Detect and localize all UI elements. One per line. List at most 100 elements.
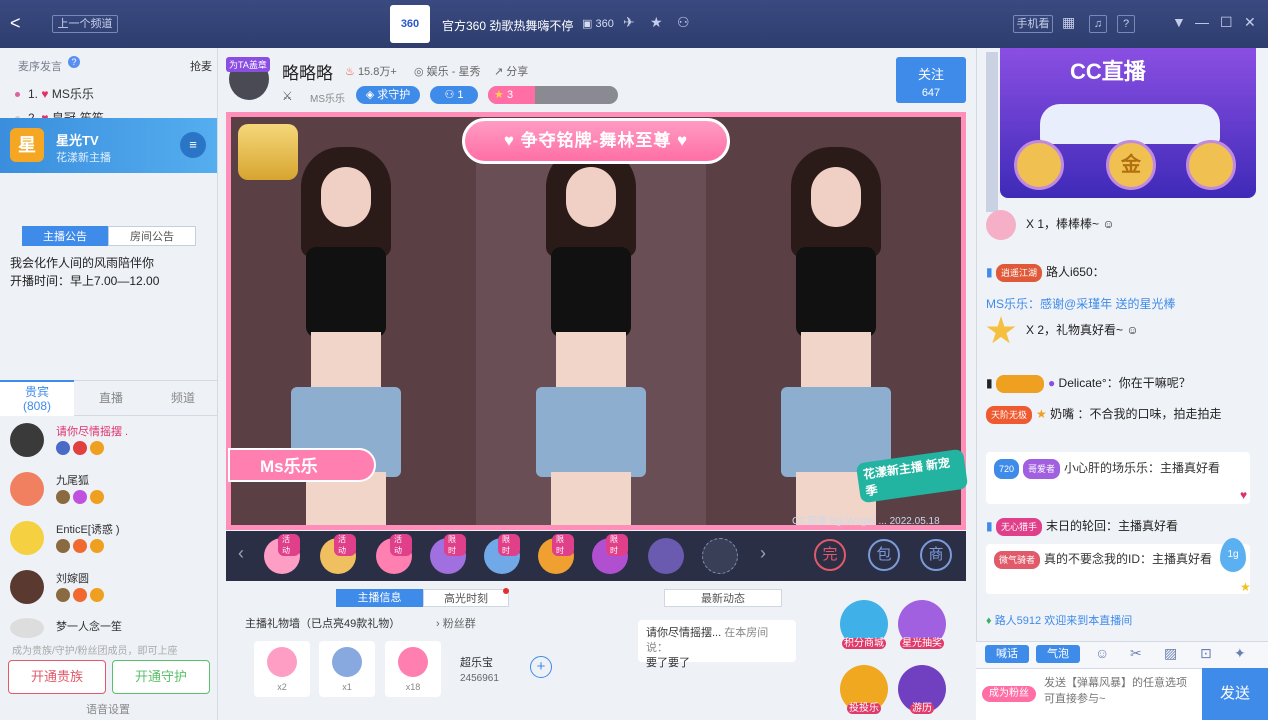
settings-icon[interactable]: ✦ — [1234, 645, 1246, 662]
phone-icon: ▮ — [986, 376, 993, 390]
wall-gift[interactable]: x2 — [254, 641, 310, 697]
audience-user[interactable]: 梦一人念一笙 — [10, 618, 210, 638]
treasure-title: 超乐宝 — [460, 657, 493, 669]
travel-button[interactable]: 游历 — [898, 665, 946, 714]
play-icon[interactable]: 完 — [814, 539, 846, 571]
tab-noble[interactable]: 贵宾 (808) — [0, 380, 74, 416]
people-icon: ⚇ — [444, 89, 455, 101]
smile-icon: ☺ — [1126, 323, 1139, 338]
info-icon[interactable]: ? — [68, 56, 80, 68]
audience-user[interactable]: 九尾狐 — [10, 472, 210, 522]
menu-icon[interactable]: ≡ — [180, 132, 206, 158]
follow-count: 647 — [921, 87, 941, 99]
group-icon[interactable]: ⚇ — [677, 14, 690, 31]
minimize-icon[interactable]: — — [1195, 14, 1209, 30]
grid-icon[interactable]: ▦ — [1062, 14, 1075, 31]
gift-item[interactable]: 限时 — [430, 534, 466, 574]
speak-tab[interactable]: 喊话 — [985, 645, 1029, 663]
send-button[interactable]: 发送 — [1202, 668, 1268, 720]
tab-live[interactable]: 直播 — [74, 380, 148, 416]
prev-channel-button[interactable]: 上一个频道 — [52, 15, 118, 33]
top-bar: < 上一个频道 360 官方360 劲歌热舞嗨不停 ▣ 360 ✈ ★ ⚇ 手机… — [0, 0, 1268, 48]
back-icon[interactable]: < — [10, 13, 21, 34]
xingguang-tv-card[interactable]: 星 星光TV 花漾新主播 ≡ — [0, 118, 217, 173]
gift-tag: 限时 — [444, 534, 466, 556]
avatar — [10, 521, 44, 555]
wall-gift[interactable]: x1 — [319, 641, 375, 697]
gift-item[interactable] — [702, 538, 738, 574]
tab-room-notice[interactable]: 房间公告 — [108, 226, 196, 246]
chevron-left-icon[interactable]: ‹ — [238, 543, 244, 564]
help-icon[interactable]: ? — [1117, 15, 1135, 33]
lock-icon[interactable]: ⊡ — [1200, 645, 1212, 662]
chat-input[interactable] — [1040, 670, 1200, 718]
gift-tag: 活动 — [334, 534, 356, 556]
open-noble-button[interactable]: 开通贵族 — [8, 660, 106, 694]
queue-item[interactable]: 1. ♥ MS乐乐 — [15, 85, 94, 102]
share[interactable]: ↗ 分享 — [494, 63, 528, 79]
audience-user[interactable]: 请你尽情摇摆 . — [10, 423, 210, 473]
tab-highlight[interactable]: 高光时刻 — [423, 589, 509, 607]
grab-mic-button[interactable]: 抢麦 — [190, 58, 212, 74]
emoji-icon[interactable]: ☺ — [1095, 645, 1109, 661]
points-mall-button[interactable]: 积分商城 — [840, 600, 888, 649]
gift-item[interactable]: 活动 — [320, 534, 356, 574]
scissors-icon[interactable]: ✂ — [1130, 645, 1142, 662]
tab-channel[interactable]: 频道 — [148, 380, 218, 416]
add-icon[interactable]: + — [530, 656, 552, 678]
bag-icon[interactable]: 包 — [868, 539, 900, 571]
image-icon[interactable]: ▨ — [1164, 645, 1177, 662]
star-lottery-button[interactable]: 星光抽奖 — [898, 600, 946, 649]
anchor-name: 略略略 — [282, 64, 333, 83]
chat-message: X 1，棒棒棒~ ☺ — [986, 210, 1115, 240]
fans-badge[interactable]: ⚇ 1 — [430, 86, 478, 104]
chevron-right-icon[interactable]: › — [760, 543, 766, 564]
close-icon[interactable]: ✕ — [1244, 14, 1256, 31]
open-guard-button[interactable]: 开通守护 — [112, 660, 210, 694]
gift-item[interactable]: 限时 — [592, 534, 628, 574]
heat: ♨ 15.8万+ — [345, 63, 397, 79]
touzi-button[interactable]: 投投乐 — [840, 665, 888, 714]
bell-icon[interactable]: ♫ — [1089, 15, 1107, 33]
tab-anchor-notice[interactable]: 主播公告 — [22, 226, 108, 246]
stamp-tag[interactable]: 为TA盖章 — [226, 57, 270, 72]
audience-user[interactable]: 刘嫁圆 — [10, 570, 210, 620]
gift-item[interactable]: 活动 — [376, 534, 412, 574]
gift-item[interactable] — [648, 538, 684, 574]
chat-message: 天阶无极 ★ 奶嘴 ：不合我的口味，拍走拍走 — [986, 405, 1256, 424]
tv-subtitle: 花漾新主播 — [56, 152, 111, 164]
bubble-tab[interactable]: 气泡 — [1036, 645, 1080, 663]
tab-news[interactable]: 最新动态 — [664, 589, 782, 607]
user-tag: 哥爱者 — [1023, 458, 1061, 479]
promo-banner[interactable]: CC直播 金 — [1000, 48, 1256, 198]
category[interactable]: ◎ 娱乐 - 星秀 — [414, 63, 480, 79]
anchor-notice: 我会化作人间的风雨陪伴你 开播时间：早上7.00—12.00 — [10, 254, 159, 290]
fan-group[interactable]: › 粉丝群 — [436, 615, 476, 631]
dropdown-icon[interactable]: ▼ — [1172, 14, 1186, 30]
gift-item[interactable]: 活动 — [264, 534, 300, 574]
shop-icon[interactable]: 商 — [920, 539, 952, 571]
wall-gift[interactable]: x18 — [385, 641, 441, 697]
chat-message: ▮ 逍遥江湖 路人i650： — [986, 263, 1105, 282]
chat-message: ▮ 无心猎手 末日的轮回：主播真好看 — [986, 517, 1178, 536]
seek-guard-button[interactable]: ◈ 求守护 — [356, 86, 420, 104]
chat-message-card: 720 哥爱者 小心肝的场乐乐：主播真好看 — [986, 452, 1250, 504]
gift-tag: 限时 — [498, 534, 520, 556]
star-icon[interactable]: ★ — [650, 14, 663, 31]
maximize-icon[interactable]: ☐ — [1220, 14, 1233, 31]
star-progress: ★ 3 — [488, 86, 618, 104]
water-drop-icon[interactable]: 1g — [1220, 538, 1246, 572]
xingguang-logo-icon: 星 — [10, 128, 44, 162]
plane-icon[interactable]: ✈ — [623, 14, 635, 31]
phone-watch-button[interactable]: 手机看 — [1013, 15, 1053, 33]
chat-message: ▮ ● Delicate°：你在干嘛呢？ — [986, 374, 1191, 393]
touzi-label: 投投乐 — [847, 703, 881, 714]
voice-settings[interactable]: 语音设置 — [86, 701, 130, 717]
fan-badge-button[interactable]: 成为粉丝 — [982, 686, 1036, 702]
audience-user[interactable]: EnticE[诱惑 ) — [10, 521, 210, 571]
bubble-user: 请你尽情摇摆... — [646, 627, 722, 639]
tab-host-info[interactable]: 主播信息 — [336, 589, 423, 607]
gift-item[interactable]: 限时 — [484, 534, 520, 574]
gift-item[interactable]: 限时 — [538, 534, 574, 574]
follow-button[interactable]: 关注 647 — [896, 57, 966, 103]
